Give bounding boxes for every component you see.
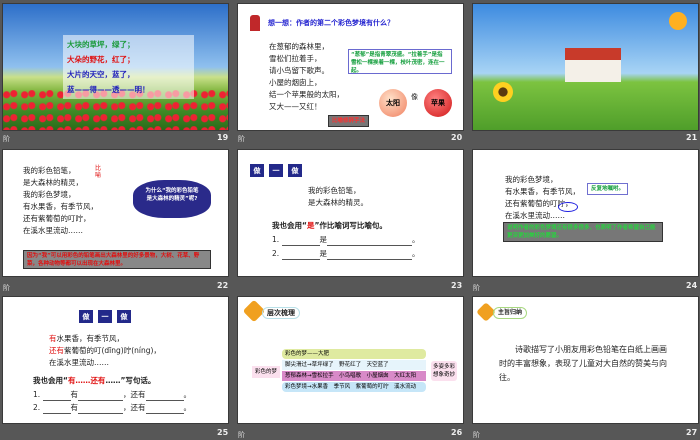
poem-line: 有水果香，有季节风， bbox=[49, 334, 124, 343]
blank-line-1[interactable]: 1. 有，还有。 bbox=[33, 389, 191, 401]
slide-thumbnail-26[interactable]: 层次梳理 彩色的梦 彩色的梦——大肥 脚尖滑过→草坪绿了 野花红了 天空蓝了 葱… bbox=[237, 296, 464, 424]
tree-row: 彩色梦境→水果香 季节风 紫葡萄的叮咛 溪水流动 bbox=[282, 382, 426, 392]
poem-line: 在葱郁的森林里， bbox=[269, 42, 329, 51]
slide-number: 27 bbox=[686, 428, 698, 437]
section-heading: 主旨归纳 bbox=[493, 307, 528, 319]
root-node: 彩色的梦 bbox=[252, 366, 281, 378]
slide-number: 25 bbox=[217, 428, 229, 437]
poem-line: 请小鸟留下歌声。 bbox=[269, 66, 329, 75]
section-heading: 层次梳理 bbox=[262, 307, 300, 319]
poem-line: 又大——又红！ bbox=[269, 102, 322, 111]
like-word: 像 bbox=[411, 93, 418, 101]
slide-thumbnail-27[interactable]: 主旨归纳 诗歌描写了小朋友用彩色铅笔在白纸上画画时的丰富想象，表现了儿童对大自然… bbox=[472, 296, 699, 424]
activity-badge: 做一做 bbox=[79, 310, 131, 323]
animation-icon[interactable]: 阶 bbox=[238, 134, 245, 144]
poem-line: 是大森林的精灵， bbox=[23, 178, 83, 187]
poem-line: 我的彩色梦境， bbox=[505, 175, 558, 184]
line-2: 大朵的野花，红了； bbox=[67, 55, 135, 64]
slide-thumbnail-22[interactable]: 我的彩色铅笔， 是大森林的精灵， 我的彩色梦境， 有水果香，有季节风， 还有紫葡… bbox=[2, 149, 229, 277]
slide-thumbnail-19[interactable]: 大块的草坪，绿了； 大朵的野花，红了； 大片的天空，蓝了， 蓝——得——透——明… bbox=[2, 3, 229, 131]
explanation-box: 说明作者的彩色梦境还有很多很多，也表明了作者希望自己能更深更加美好的愿望。 bbox=[503, 222, 663, 242]
poem-line: 还有紫葡萄的叮(dīng)咛(níng)， bbox=[49, 346, 161, 355]
tree-row: 脚尖滑过→草坪绿了 野花红了 天空蓝了 bbox=[282, 360, 426, 370]
poem-line: 我的彩色铅笔， bbox=[23, 166, 76, 175]
blank-line-2[interactable]: 2. 是。 bbox=[272, 248, 420, 260]
poem-line: 小屋的烟囱上， bbox=[269, 78, 322, 87]
poem-line: 结一个苹果般的太阳， bbox=[269, 90, 344, 99]
poem-line: 在溪水里流动…… bbox=[23, 226, 83, 235]
line-3: 大片的天空，蓝了， bbox=[67, 70, 135, 79]
line-1: 大块的草坪，绿了； bbox=[67, 40, 135, 49]
animation-icon[interactable]: 阶 bbox=[473, 430, 480, 440]
teacher-icon bbox=[250, 15, 260, 31]
animation-icon[interactable]: 阶 bbox=[3, 134, 10, 144]
poem-line: 有水果香，有季节风， bbox=[505, 187, 580, 196]
poem-line: 我的彩色梦境， bbox=[23, 190, 76, 199]
poem-line: 有水果香，有季节风， bbox=[23, 202, 98, 211]
animation-icon[interactable]: 阶 bbox=[238, 430, 245, 440]
explanation-box: 因为“我”可以用彩色的铅笔画出大森林里的好多景物，大树、花草、野菜，各种动物等都… bbox=[23, 250, 211, 269]
note-box: “葱郁”是指青翠茂盛。“拉着手”是指 雪松一棵挨着一棵，枝叶茂密，连在一起。 bbox=[348, 49, 452, 74]
tree-row: 葱郁森林→雪松拉手 小鸟唱歌 小屋烟囱 大红太阳 bbox=[282, 371, 426, 381]
slide-number: 22 bbox=[217, 281, 229, 290]
animation-icon[interactable]: 阶 bbox=[473, 283, 480, 293]
slide-thumbnail-25[interactable]: 做一做 有水果香，有季节风， 还有紫葡萄的叮(dīng)咛(níng)， 在溪水… bbox=[2, 296, 229, 424]
slide-number: 20 bbox=[451, 133, 463, 142]
poem-line: 在溪水里流动…… bbox=[49, 358, 109, 367]
summary-node: 多姿多彩 想象奇妙 bbox=[431, 361, 458, 381]
slide-number: 24 bbox=[686, 281, 698, 290]
blank-line-1[interactable]: 1. 是。 bbox=[272, 234, 420, 246]
prompt: 我也会用“有……还有……”写句话。 bbox=[33, 376, 156, 385]
tree-row: 彩色的梦——大肥 bbox=[282, 349, 426, 359]
slide-thumbnail-24[interactable]: 我的彩色梦境， 有水果香，有季节风， 还有紫葡萄的叮咛， 在溪水里流动…… 反复… bbox=[472, 149, 699, 277]
sunflower-image bbox=[493, 82, 513, 102]
technique-label: 比喻修辞手法 bbox=[328, 115, 370, 127]
sun-apple: 太阳 bbox=[379, 89, 407, 117]
slide-number: 19 bbox=[217, 133, 229, 142]
poem-line: 还有紫葡萄的叮咛， bbox=[23, 214, 91, 223]
metaphor-tag: 比喻 bbox=[95, 165, 102, 179]
slide-number: 23 bbox=[451, 281, 463, 290]
animation-icon[interactable]: 阶 bbox=[3, 283, 10, 293]
ellipsis-circle bbox=[558, 202, 578, 212]
slide-thumbnail-23[interactable]: 做一做 我的彩色铅笔， 是大森林的精灵。 我也会用“是”作比喻词写比喻句。 1.… bbox=[237, 149, 464, 277]
line-4: 蓝——得——透——明！ bbox=[67, 85, 150, 94]
slide-title: 想一想：作者的第二个彩色梦境有什么？ bbox=[268, 19, 394, 27]
sun-icon bbox=[669, 12, 687, 30]
prompt: 我也会用“是”作比喻词写比喻句。 bbox=[272, 221, 387, 230]
summary-text: 诗歌描写了小朋友用彩色铅笔在白纸上画画时的丰富想象，表现了儿童对大自然的赞美与向… bbox=[499, 345, 667, 382]
slide-thumbnail-21[interactable] bbox=[472, 3, 699, 131]
slide-thumbnail-20[interactable]: 想一想：作者的第二个彩色梦境有什么？ 在葱郁的森林里， 雪松们拉着手， 请小鸟留… bbox=[237, 3, 464, 131]
activity-badge: 做一做 bbox=[250, 164, 302, 177]
house-image bbox=[565, 48, 621, 82]
poem-line: 雪松们拉着手， bbox=[269, 54, 322, 63]
slide-number: 21 bbox=[686, 133, 698, 142]
slide-number: 26 bbox=[451, 428, 463, 437]
example-line-2: 是大森林的精灵。 bbox=[308, 198, 368, 207]
thought-cloud: 为什么“我的彩色铅笔是大森林的精灵”呢? bbox=[133, 180, 211, 218]
example-line-1: 我的彩色铅笔， bbox=[308, 186, 361, 195]
blank-line-2[interactable]: 2. 有，还有。 bbox=[33, 402, 191, 414]
apple: 苹果 bbox=[424, 89, 452, 117]
callout-box: 反复地嘱咐。 bbox=[587, 183, 629, 195]
